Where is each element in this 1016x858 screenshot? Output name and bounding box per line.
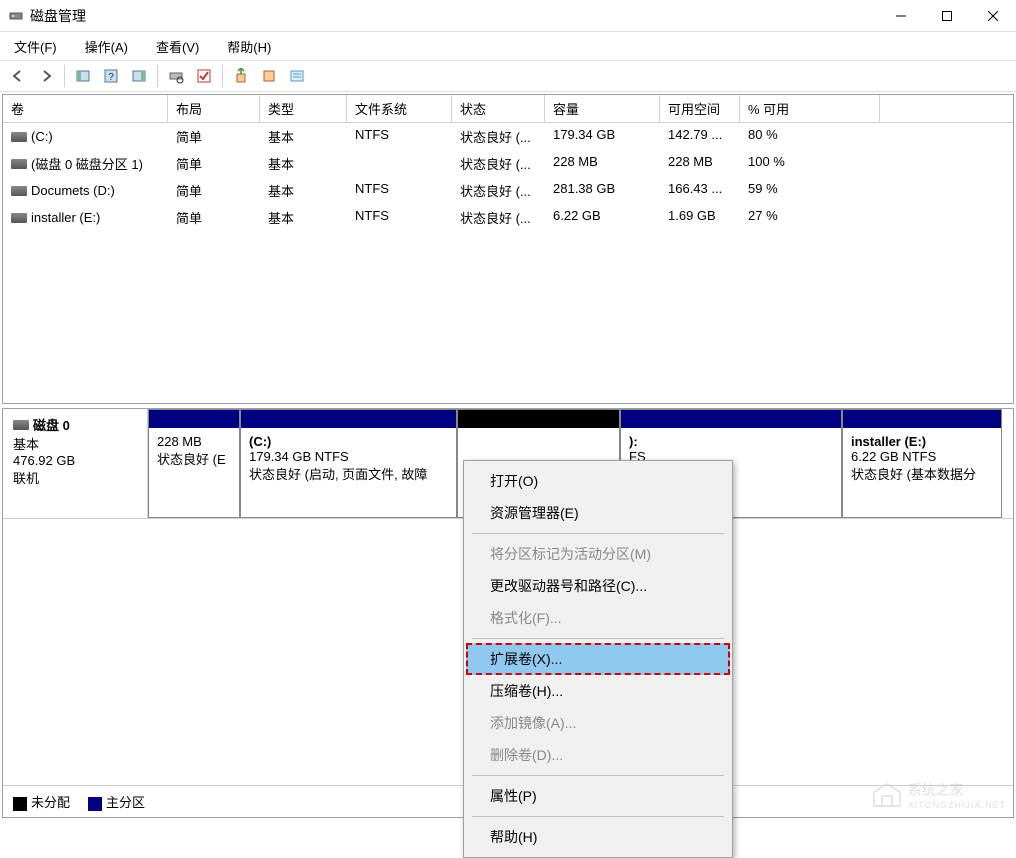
partition-block[interactable]: installer (E:) 6.22 GB NTFS 状态良好 (基本数据分 — [842, 409, 1002, 518]
partition-block[interactable]: 228 MB 状态良好 (E — [148, 409, 240, 518]
menu-help[interactable]: 帮助(H) — [221, 35, 277, 58]
column-volume[interactable]: 卷 — [3, 95, 168, 122]
disk-info[interactable]: 磁盘 0 基本 476.92 GB 联机 — [3, 409, 148, 518]
column-filesystem[interactable]: 文件系统 — [347, 95, 452, 122]
volume-icon — [11, 186, 27, 196]
legend-unallocated-icon — [13, 797, 27, 811]
volume-row[interactable]: Documets (D:) 简单 基本 NTFS 状态良好 (... 281.3… — [3, 177, 1013, 204]
menu-file[interactable]: 文件(F) — [8, 35, 63, 58]
ctx-explorer[interactable]: 资源管理器(E) — [466, 497, 730, 529]
legend-primary-icon — [88, 797, 102, 811]
ctx-extend-volume[interactable]: 扩展卷(X)... — [466, 643, 730, 675]
minimize-button[interactable] — [878, 0, 924, 32]
forward-button[interactable] — [34, 64, 58, 88]
toolbar: ? — [0, 60, 1016, 92]
ctx-mark-active: 将分区标记为活动分区(M) — [466, 538, 730, 570]
column-status[interactable]: 状态 — [452, 95, 545, 122]
refresh-icon[interactable] — [164, 64, 188, 88]
menu-view[interactable]: 查看(V) — [150, 35, 205, 58]
ctx-delete-volume: 删除卷(D)... — [466, 739, 730, 771]
ctx-open[interactable]: 打开(O) — [466, 465, 730, 497]
help-icon[interactable]: ? — [99, 64, 123, 88]
ctx-change-drive[interactable]: 更改驱动器号和路径(C)... — [466, 570, 730, 602]
properties-icon[interactable] — [285, 64, 309, 88]
column-free[interactable]: 可用空间 — [660, 95, 740, 122]
disk-icon — [13, 420, 29, 430]
toolbar-btn-6[interactable] — [229, 64, 253, 88]
column-type[interactable]: 类型 — [260, 95, 347, 122]
toolbar-btn-3[interactable] — [127, 64, 151, 88]
context-menu: 打开(O) 资源管理器(E) 将分区标记为活动分区(M) 更改驱动器号和路径(C… — [463, 460, 733, 858]
volume-row[interactable]: (磁盘 0 磁盘分区 1) 简单 基本 状态良好 (... 228 MB 228… — [3, 150, 1013, 177]
volume-icon — [11, 213, 27, 223]
app-icon — [8, 8, 24, 24]
volume-list[interactable]: 卷 布局 类型 文件系统 状态 容量 可用空间 % 可用 (C:) 简单 基本 … — [2, 94, 1014, 404]
ctx-format: 格式化(F)... — [466, 602, 730, 634]
close-button[interactable] — [970, 0, 1016, 32]
volume-row[interactable]: (C:) 简单 基本 NTFS 状态良好 (... 179.34 GB 142.… — [3, 123, 1013, 150]
svg-text:?: ? — [108, 72, 114, 83]
column-capacity[interactable]: 容量 — [545, 95, 660, 122]
watermark: 系统之家 XITONGZHIJIA.NET — [872, 780, 1006, 810]
back-button[interactable] — [6, 64, 30, 88]
check-icon[interactable] — [192, 64, 216, 88]
window-title: 磁盘管理 — [30, 6, 878, 26]
menu-action[interactable]: 操作(A) — [79, 35, 134, 58]
volume-row[interactable]: installer (E:) 简单 基本 NTFS 状态良好 (... 6.22… — [3, 204, 1013, 231]
ctx-add-mirror: 添加镜像(A)... — [466, 707, 730, 739]
volume-icon — [11, 132, 27, 142]
ctx-properties[interactable]: 属性(P) — [466, 780, 730, 812]
column-percent[interactable]: % 可用 — [740, 95, 880, 122]
ctx-help[interactable]: 帮助(H) — [466, 821, 730, 853]
partition-block[interactable]: (C:) 179.34 GB NTFS 状态良好 (启动, 页面文件, 故障 — [240, 409, 457, 518]
maximize-button[interactable] — [924, 0, 970, 32]
toolbar-btn-1[interactable] — [71, 64, 95, 88]
volume-icon — [11, 159, 27, 169]
ctx-shrink-volume[interactable]: 压缩卷(H)... — [466, 675, 730, 707]
toolbar-btn-7[interactable] — [257, 64, 281, 88]
column-layout[interactable]: 布局 — [168, 95, 260, 122]
